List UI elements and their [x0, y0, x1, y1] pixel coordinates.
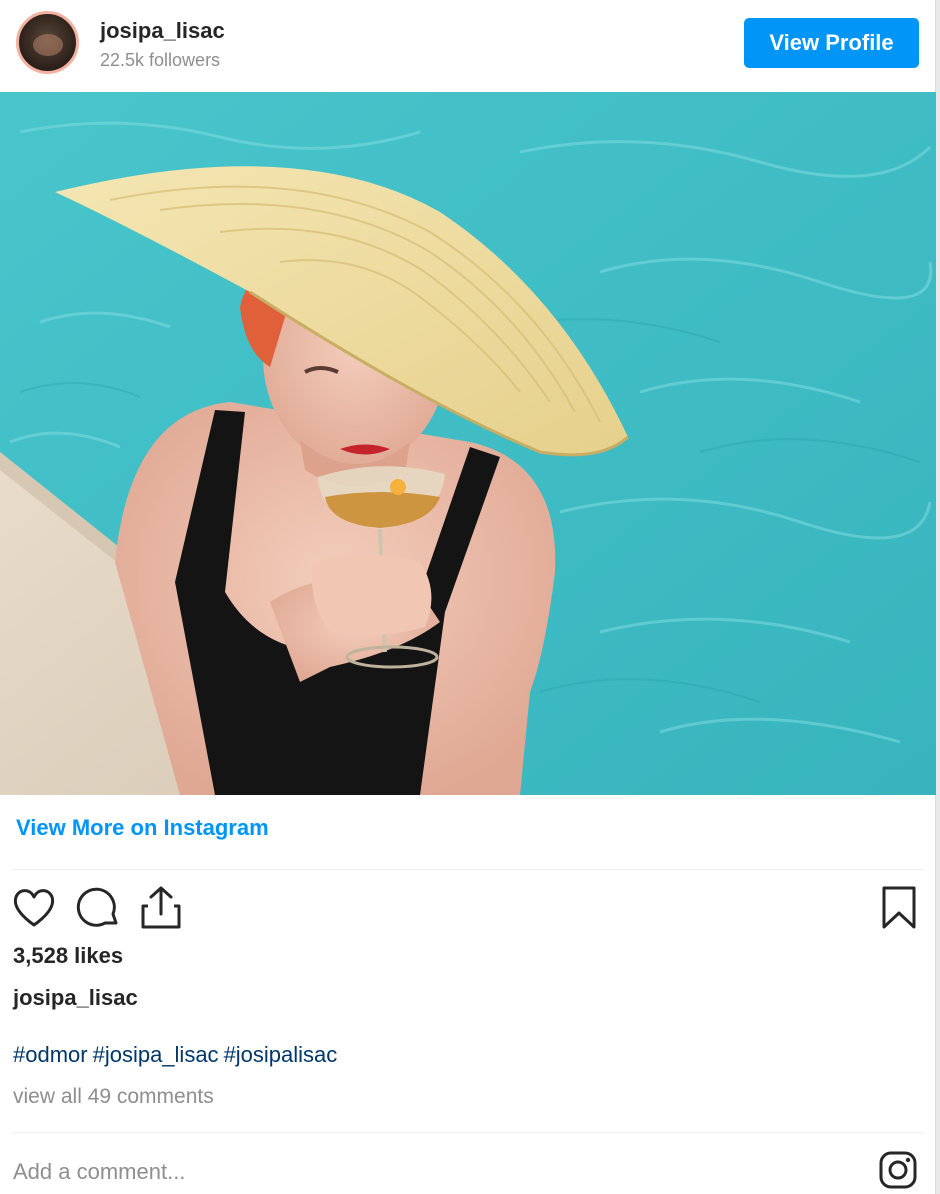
- hashtag-link[interactable]: #odmor: [13, 1042, 88, 1067]
- follower-count: 22.5k followers: [100, 50, 221, 70]
- caption-hashtags: #odmor #josipa_lisac #josipalisac: [13, 1042, 342, 1068]
- like-count[interactable]: 3,528 likes: [13, 943, 123, 969]
- divider: [12, 869, 924, 870]
- view-more-link[interactable]: View More on Instagram: [16, 815, 269, 841]
- view-all-comments-link[interactable]: view all 49 comments: [13, 1085, 214, 1109]
- profile-username[interactable]: josipa_lisac: [100, 18, 225, 44]
- share-icon[interactable]: [140, 884, 182, 935]
- post-photo[interactable]: [0, 92, 936, 795]
- comment-icon[interactable]: [76, 886, 120, 935]
- hashtag-link[interactable]: #josipa_lisac: [93, 1042, 219, 1067]
- divider: [12, 1132, 924, 1133]
- heart-icon[interactable]: [12, 886, 56, 933]
- comment-input[interactable]: [13, 1155, 853, 1189]
- view-profile-button[interactable]: View Profile: [744, 18, 919, 68]
- instagram-embed: josipa_lisac 22.5k followers View Profil…: [0, 0, 936, 1194]
- bookmark-icon[interactable]: [880, 885, 918, 936]
- caption-username[interactable]: josipa_lisac: [13, 985, 138, 1011]
- post-header: josipa_lisac 22.5k followers View Profil…: [0, 0, 936, 92]
- avatar[interactable]: [16, 11, 79, 74]
- instagram-icon[interactable]: [878, 1150, 918, 1194]
- hashtag-link[interactable]: #josipalisac: [224, 1042, 338, 1067]
- scrollbar-track[interactable]: [936, 0, 940, 1194]
